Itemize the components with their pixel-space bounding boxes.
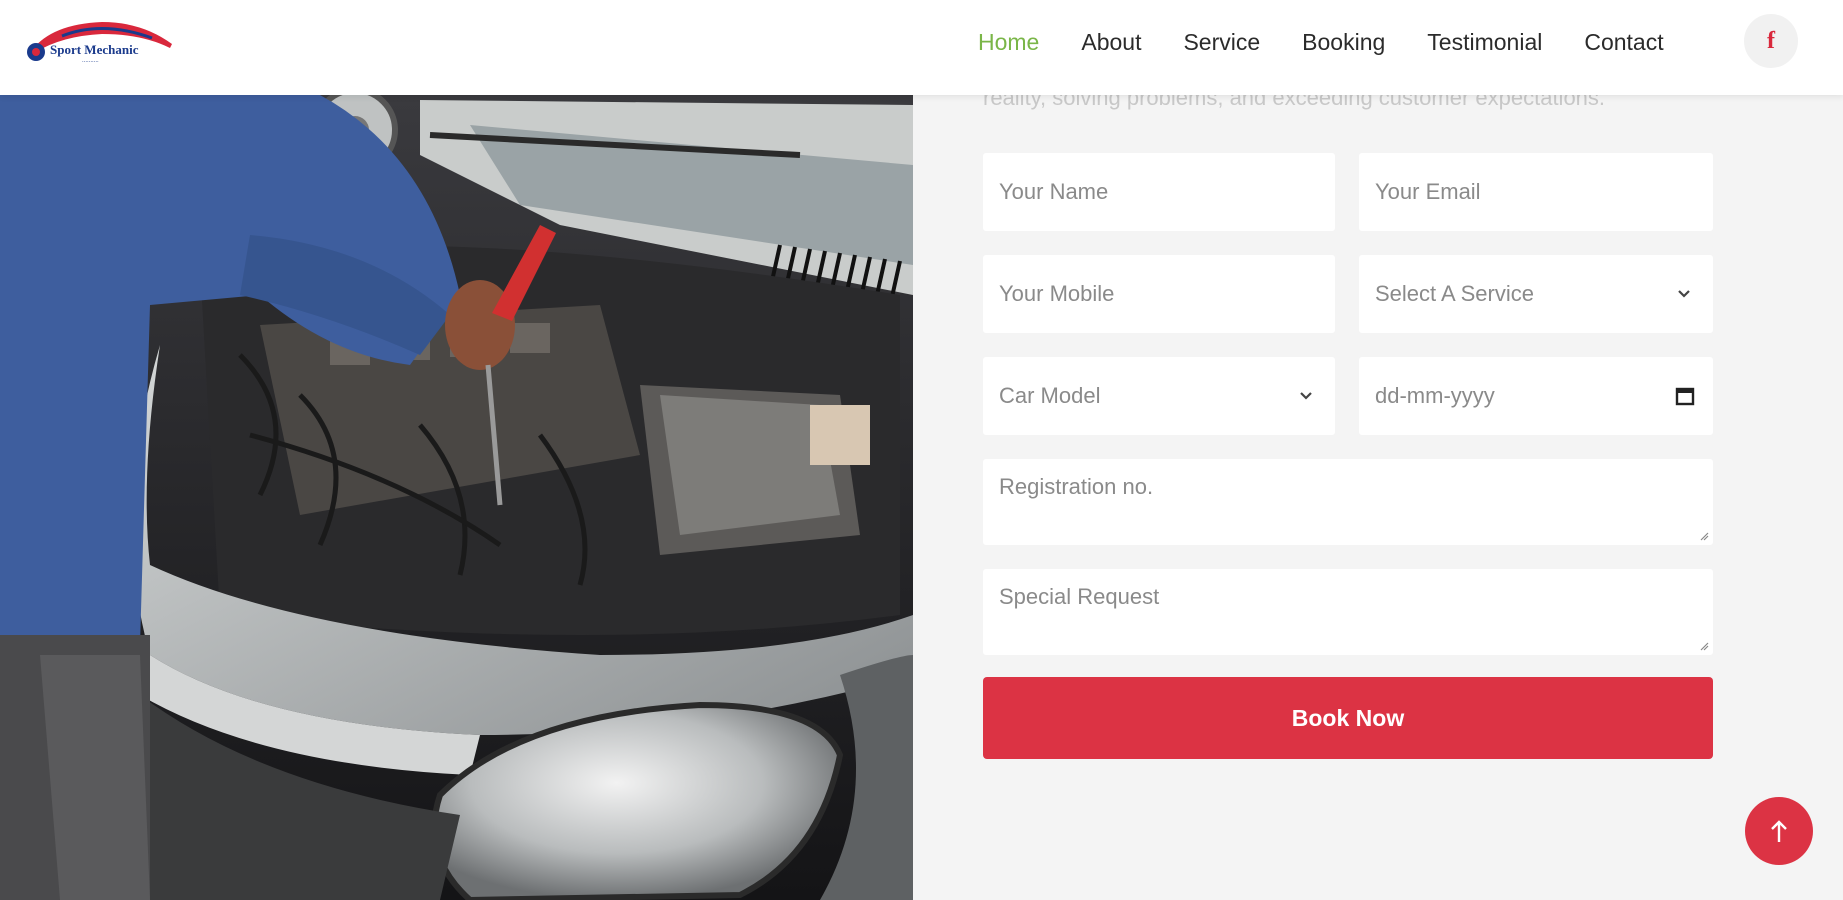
- resize-grip-icon[interactable]: [1699, 641, 1709, 651]
- service-select-value: Select A Service: [1375, 281, 1534, 306]
- nav-booking[interactable]: Booking: [1302, 28, 1385, 56]
- nav-about[interactable]: About: [1081, 28, 1141, 56]
- chevron-down-icon: [1678, 290, 1690, 298]
- nav-contact[interactable]: Contact: [1584, 28, 1663, 56]
- service-select[interactable]: Select A Service: [1359, 255, 1713, 333]
- logo-tagline: ..........: [82, 58, 99, 64]
- registration-input[interactable]: [983, 459, 1713, 545]
- booking-form-section: reality, solving problems, and exceeding…: [913, 85, 1843, 900]
- facebook-icon: f: [1767, 27, 1775, 54]
- car-engine-repair-photo: [0, 95, 913, 900]
- resize-grip-icon[interactable]: [1699, 531, 1709, 541]
- nav-home[interactable]: Home: [978, 28, 1039, 56]
- email-input[interactable]: [1359, 153, 1713, 231]
- mobile-input[interactable]: [983, 255, 1335, 333]
- top-navbar: Sport Mechanic .......... Home About Ser…: [0, 0, 1843, 95]
- book-now-button[interactable]: Book Now: [983, 677, 1713, 759]
- nav-testimonial[interactable]: Testimonial: [1427, 28, 1542, 56]
- facebook-button[interactable]: f: [1744, 14, 1798, 68]
- nav-service[interactable]: Service: [1183, 28, 1260, 56]
- logo-text: Sport Mechanic: [50, 42, 139, 57]
- calendar-icon[interactable]: [1675, 386, 1695, 406]
- back-to-top-button[interactable]: [1745, 797, 1813, 865]
- date-input[interactable]: dd-mm-yyyy: [1359, 357, 1713, 435]
- site-logo[interactable]: Sport Mechanic ..........: [22, 14, 182, 70]
- arrow-up-icon: [1771, 820, 1787, 842]
- special-request-input[interactable]: [983, 569, 1713, 655]
- car-repair-image: [0, 95, 913, 900]
- main-nav: Home About Service Booking Testimonial C…: [978, 28, 1706, 56]
- name-input[interactable]: [983, 153, 1335, 231]
- car-model-value: Car Model: [999, 383, 1101, 408]
- chevron-down-icon: [1300, 392, 1312, 400]
- car-model-select[interactable]: Car Model: [983, 357, 1335, 435]
- special-request-wrap: [983, 569, 1713, 655]
- date-placeholder: dd-mm-yyyy: [1375, 383, 1495, 408]
- registration-wrap: [983, 459, 1713, 545]
